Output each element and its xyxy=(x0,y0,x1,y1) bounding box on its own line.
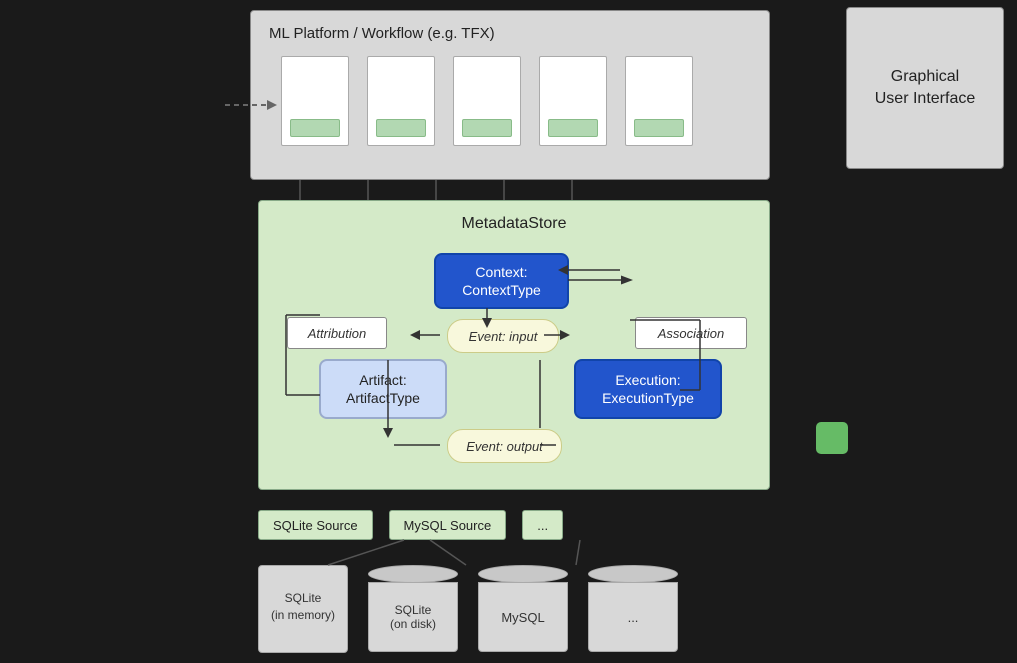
context-label: Context:ContextType xyxy=(462,263,541,299)
ml-component-bar-3 xyxy=(462,119,512,137)
db-cylinder-other: ... xyxy=(588,582,678,652)
db-cylinder-sqlite-disk: SQLite(on disk) xyxy=(368,582,458,652)
db-label-sqlite-memory: SQLite(in memory) xyxy=(258,590,348,624)
execution-box: Execution:ExecutionType xyxy=(574,359,722,419)
db-cylinder-top-other xyxy=(588,565,678,583)
db-sqlite-disk: SQLite(on disk) xyxy=(368,565,458,653)
attribution-label: Attribution xyxy=(287,317,387,349)
source-boxes: SQLite Source MySQL Source ... xyxy=(258,510,563,540)
artifact-box: Artifact:ArtifactType xyxy=(319,359,447,419)
metadata-store-box: MetadataStore Context:ContextType Attrib… xyxy=(258,200,770,490)
db-mysql: MySQL xyxy=(478,565,568,653)
ml-component-bar-2 xyxy=(376,119,426,137)
metadata-store-label: MetadataStore xyxy=(462,215,567,233)
event-input-box: Event: input xyxy=(447,319,559,353)
ml-platform-box: ML Platform / Workflow (e.g. TFX) xyxy=(250,10,770,180)
db-cylinder-top-mysql xyxy=(478,565,568,583)
ml-component-2 xyxy=(367,56,435,146)
event-output-box: Event: output xyxy=(447,429,562,463)
ml-component-bar-5 xyxy=(634,119,684,137)
association-label: Association xyxy=(635,317,747,349)
ml-component-5 xyxy=(625,56,693,146)
database-row: SQLite(in memory) SQLite(on disk) MySQL … xyxy=(258,565,678,653)
ml-components xyxy=(281,56,693,146)
db-cylinder-top-sqlite-disk xyxy=(368,565,458,583)
execution-label: Execution:ExecutionType xyxy=(602,371,694,407)
ml-component-1 xyxy=(281,56,349,146)
other-source-box: ... xyxy=(522,510,563,540)
gui-box: GraphicalUser Interface xyxy=(846,7,1004,169)
event-input-label: Event: input xyxy=(469,329,538,344)
association-text: Association xyxy=(658,326,724,341)
ml-component-4 xyxy=(539,56,607,146)
ml-platform-label: ML Platform / Workflow (e.g. TFX) xyxy=(269,25,495,42)
context-box: Context:ContextType xyxy=(434,253,569,309)
event-output-label: Event: output xyxy=(466,439,543,454)
db-other: ... xyxy=(588,565,678,653)
mysql-source-box: MySQL Source xyxy=(389,510,507,540)
artifact-label: Artifact:ArtifactType xyxy=(346,371,420,407)
ml-component-bar-1 xyxy=(290,119,340,137)
attribution-text: Attribution xyxy=(308,326,367,341)
other-source-label: ... xyxy=(537,518,548,533)
sqlite-source-label: SQLite Source xyxy=(273,518,358,533)
mysql-source-label: MySQL Source xyxy=(404,518,492,533)
ml-component-bar-4 xyxy=(548,119,598,137)
green-dot xyxy=(816,422,848,454)
diagram-container: ML Platform / Workflow (e.g. TFX) Graphi… xyxy=(0,0,1017,663)
dashed-arrow-svg xyxy=(225,95,280,115)
gui-label: GraphicalUser Interface xyxy=(875,66,975,111)
db-sqlite-memory: SQLite(in memory) xyxy=(258,565,348,653)
sqlite-source-box: SQLite Source xyxy=(258,510,373,540)
ml-component-3 xyxy=(453,56,521,146)
db-cylinder-mysql: MySQL xyxy=(478,582,568,652)
